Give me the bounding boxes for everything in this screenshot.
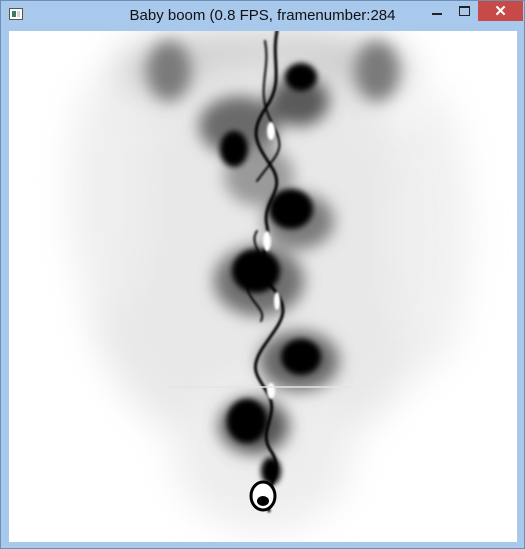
simulation-canvas[interactable] <box>9 31 517 542</box>
close-button[interactable]: ✕ <box>478 1 523 21</box>
maximize-button[interactable] <box>451 1 477 21</box>
title-bar[interactable]: Baby boom (0.8 FPS, framenumber:284 ✕ <box>1 1 524 30</box>
app-window: Baby boom (0.8 FPS, framenumber:284 ✕ <box>0 0 525 549</box>
close-icon: ✕ <box>494 2 507 20</box>
minimize-icon <box>432 13 442 15</box>
smoke-plume-image <box>9 31 517 542</box>
maximize-icon <box>458 6 470 16</box>
minimize-button[interactable] <box>423 1 451 21</box>
